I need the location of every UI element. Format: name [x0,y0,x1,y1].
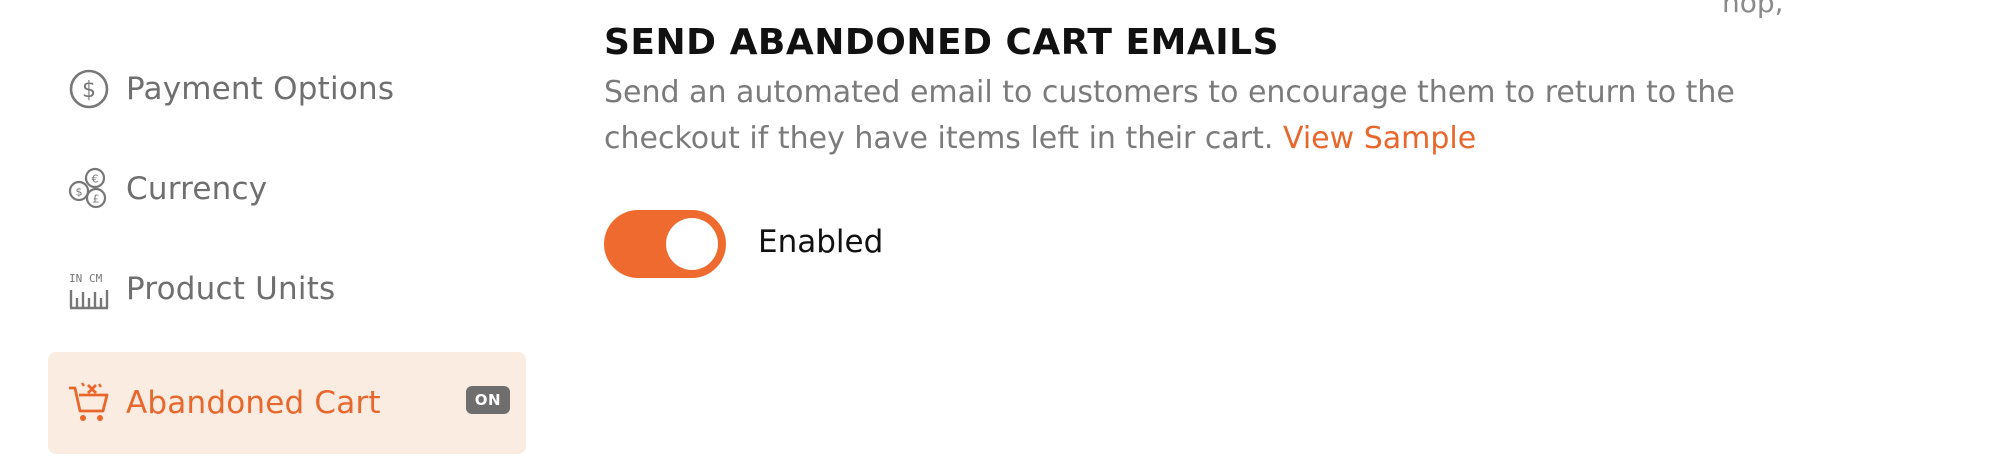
sidebar-item-currency[interactable]: € $ £ Currency [48,138,526,240]
section-description: Send an automated email to customers to … [604,70,1764,162]
toggle-label: Enabled [758,224,884,260]
svg-text:€: € [92,173,99,186]
sidebar-item-product-units[interactable]: IN CM Product Units [48,238,526,340]
enabled-toggle[interactable] [604,210,726,278]
description-text: Send an automated email to customers to … [604,75,1735,156]
svg-text:IN: IN [69,272,82,285]
toggle-knob [666,218,718,270]
ruler-units-icon: IN CM [66,266,112,312]
sidebar-item-label: Currency [126,171,268,207]
cart-x-icon [66,380,112,426]
sidebar-item-payment-options[interactable]: $ Payment Options [48,38,526,140]
svg-text:$: $ [82,78,96,103]
dollar-circle-icon: $ [66,66,112,112]
section-title: SEND ABANDONED CART EMAILS [604,22,1279,63]
svg-text:CM: CM [89,272,103,285]
currency-coins-icon: € $ £ [66,166,112,212]
svg-text:$: $ [76,186,83,199]
status-badge: ON [465,386,510,414]
sidebar-item-label: Payment Options [126,71,395,107]
settings-sidebar: $ Payment Options € $ £ Currency IN CM P… [0,0,540,471]
sidebar-item-abandoned-cart[interactable]: Abandoned Cart ON [48,352,526,454]
sidebar-item-label: Abandoned Cart [126,385,381,421]
view-sample-link[interactable]: View Sample [1283,121,1476,156]
sidebar-item-label: Product Units [126,271,336,307]
settings-panel: SEND ABANDONED CART EMAILS Send an autom… [604,0,1904,471]
svg-text:£: £ [93,193,100,206]
